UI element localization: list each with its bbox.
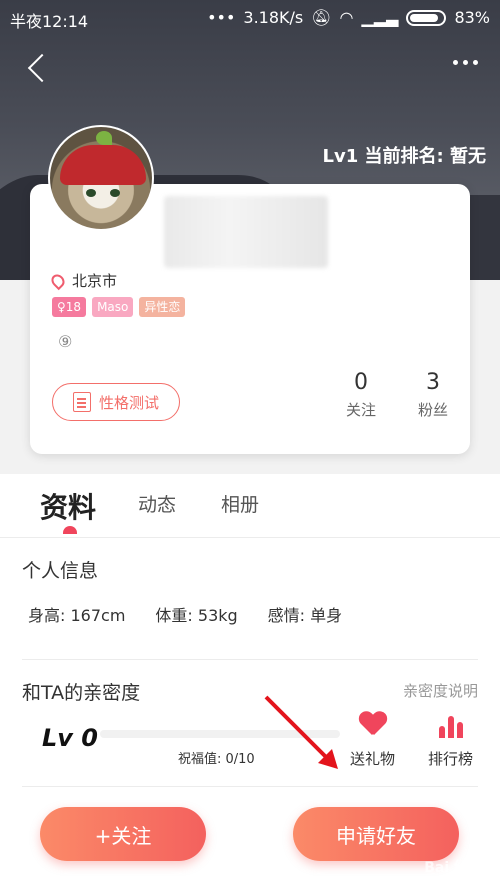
more-icon[interactable]	[453, 60, 478, 65]
intimacy-level: Lv 0	[42, 724, 98, 752]
personality-test-button[interactable]: 性格测试	[52, 383, 180, 421]
document-icon	[72, 392, 91, 412]
personality-test-label: 性格测试	[98, 393, 159, 412]
status-network-speed: 3.18K/s	[243, 8, 304, 27]
send-gift-button[interactable]: 送礼物	[350, 712, 395, 769]
leaderboard-button[interactable]: 排行榜	[428, 712, 473, 769]
follow-button[interactable]: +关注	[40, 807, 206, 861]
battery-icon	[406, 9, 447, 26]
avatar[interactable]	[48, 125, 154, 231]
status-time: 半夜12:14	[10, 12, 89, 31]
leaderboard-label: 排行榜	[428, 750, 474, 768]
personal-info-row: 身高: 167cm 体重: 53kg 感情: 单身	[28, 602, 342, 626]
top-nav	[0, 50, 500, 90]
profile-stats: 0 关注 3 粉丝	[346, 370, 448, 420]
profile-tags: ♀18 Maso 异性恋	[52, 297, 186, 317]
tab-moments[interactable]: 动态	[138, 490, 176, 517]
heart-icon	[359, 712, 387, 738]
status-dots-icon: •••	[207, 8, 236, 27]
signal-icon: ▁▂▃	[361, 8, 399, 27]
status-battery: 83%	[454, 8, 490, 27]
location: 北京市	[48, 270, 118, 291]
active-tab-indicator	[63, 526, 77, 534]
add-friend-button[interactable]: 申请好友	[293, 807, 459, 861]
circled-number: ⑨	[58, 332, 73, 351]
back-icon[interactable]	[22, 52, 52, 86]
location-text: 北京市	[72, 272, 118, 290]
bar-chart-icon	[437, 712, 465, 738]
personal-info-title: 个人信息	[22, 560, 99, 582]
red-arrow-annotation	[264, 695, 338, 769]
age-tag: ♀18	[52, 297, 87, 317]
send-gift-label: 送礼物	[350, 750, 396, 768]
mute-icon: 🔕︎	[311, 8, 332, 27]
following-stat[interactable]: 0 关注	[346, 370, 376, 420]
fans-label: 粉丝	[417, 401, 448, 419]
fans-stat[interactable]: 3 粉丝	[418, 370, 448, 420]
blessing-value: 祝福值: 0/10	[178, 752, 255, 767]
weight-value: 体重: 53kg	[155, 606, 238, 625]
location-pin-icon	[48, 271, 68, 290]
watermark: Bai 经验	[424, 860, 482, 876]
wifi-icon: ◠	[339, 8, 354, 27]
status-bar: 半夜12:14 ••• 3.18K/s 🔕︎ ◠ ▁▂▃ 83%	[0, 0, 500, 36]
fans-count: 3	[425, 370, 440, 395]
following-label: 关注	[345, 401, 376, 419]
intimacy-title: 和TA的亲密度	[22, 682, 141, 704]
tab-profile[interactable]: 资料	[40, 486, 96, 526]
profile-tabs: 资料 动态 相册	[0, 474, 500, 538]
orientation-tag: 异性恋	[139, 297, 186, 317]
height-value: 身高: 167cm	[28, 606, 126, 625]
intimacy-help-link[interactable]: 亲密度说明	[403, 680, 478, 701]
divider	[22, 659, 478, 660]
tab-album[interactable]: 相册	[221, 490, 259, 517]
relationship-value: 感情: 单身	[267, 606, 343, 625]
following-count: 0	[353, 370, 368, 395]
role-tag: Maso	[92, 297, 134, 317]
blurred-username	[164, 196, 328, 268]
rank-text: Lv1 当前排名: 暂无	[322, 146, 486, 167]
divider	[22, 786, 478, 787]
